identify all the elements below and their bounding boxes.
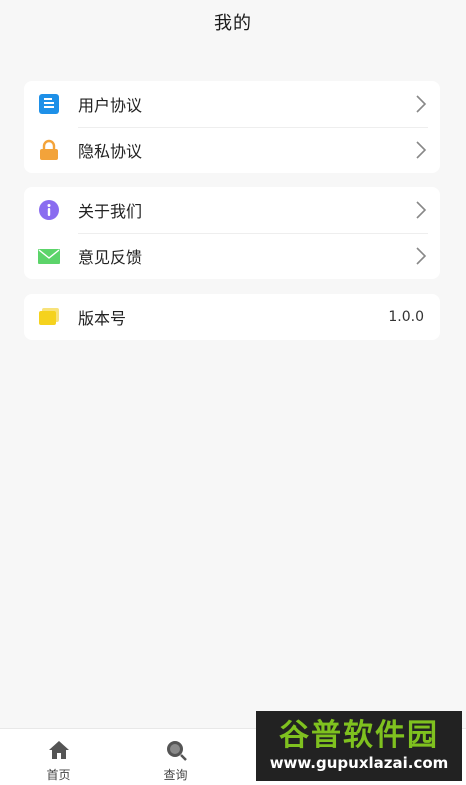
menu-item-about-us[interactable]: 关于我们 [24,187,440,233]
search-icon [164,739,188,761]
tab-label: 查询 [163,768,188,782]
menu-item-label: 意见反馈 [78,248,143,267]
menu-card-about: 关于我们 意见反馈 [24,187,440,279]
tab-label: 首页 [46,768,71,782]
menu-card-version: 版本号 1.0.0 [24,294,440,340]
chevron-right-icon [414,246,428,266]
menu-item-label: 隐私协议 [78,142,143,161]
menu-item-privacy-agreement[interactable]: 隐私协议 [24,127,440,173]
home-icon [47,739,71,761]
chevron-right-icon [414,140,428,160]
menu-item-label: 关于我们 [78,202,143,221]
watermark-url: www.gupuxlazai.com [269,754,449,772]
menu-item-label: 用户协议 [78,96,143,115]
tab-home[interactable]: 首页 [0,729,117,785]
watermark-title: 谷普软件园 [279,718,439,753]
folder-icon [38,306,60,328]
menu-card-agreements: 用户协议 隐私协议 [24,81,440,173]
mail-icon [38,245,60,267]
chevron-right-icon [414,94,428,114]
document-icon [38,93,60,115]
lock-icon [38,139,60,161]
page-header: 我的 [0,0,466,44]
version-value: 1.0.0 [388,309,424,325]
menu-item-feedback[interactable]: 意见反馈 [24,233,440,279]
menu-item-user-agreement[interactable]: 用户协议 [24,81,440,127]
tab-search[interactable]: 查询 [117,729,234,785]
chevron-right-icon [414,200,428,220]
page-title: 我的 [214,13,252,34]
menu-item-label: 版本号 [78,309,127,328]
info-icon [38,199,60,221]
watermark-logo: 谷普软件园 www.gupuxlazai.com [256,711,462,781]
menu-item-version: 版本号 1.0.0 [24,294,440,340]
